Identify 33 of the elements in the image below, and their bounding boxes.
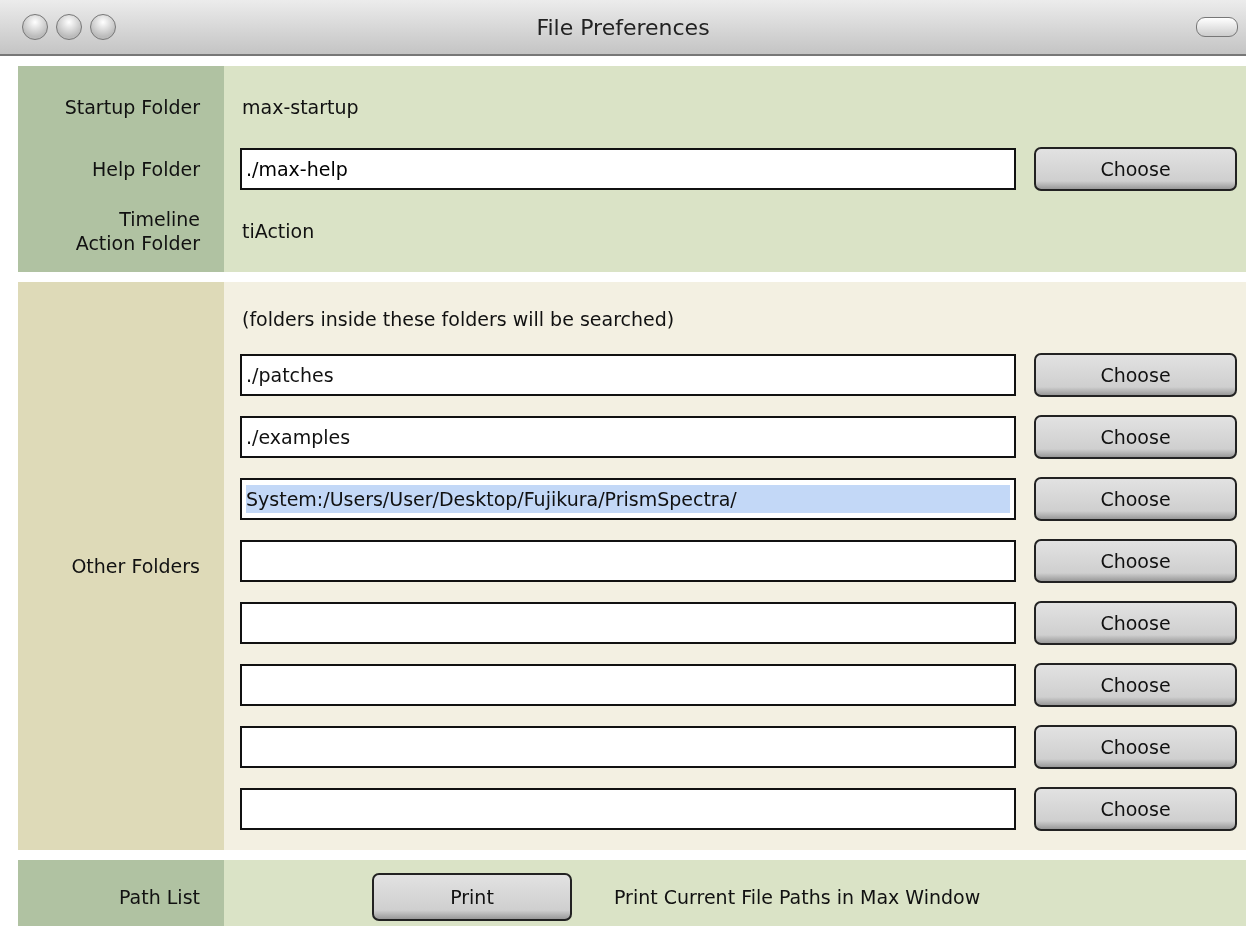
choose-button[interactable]: Choose [1034, 787, 1237, 831]
row-label: Timeline Action Folder [75, 207, 200, 255]
minimize-button[interactable] [56, 14, 82, 40]
close-button[interactable] [22, 14, 48, 40]
choose-button[interactable]: Choose [1034, 663, 1237, 707]
path-field[interactable] [240, 726, 1016, 768]
path-field[interactable] [240, 540, 1016, 582]
folder-value: tiAction [241, 220, 315, 242]
path-field[interactable]: ./max-help [240, 148, 1016, 190]
choose-button[interactable]: Choose [1034, 601, 1237, 645]
folder-value: max-startup [241, 96, 359, 118]
path-field[interactable] [240, 788, 1016, 830]
row-label: Startup Folder [64, 95, 200, 119]
zoom-button[interactable] [90, 14, 116, 40]
row-label: Other Folders [71, 554, 200, 578]
window-title: File Preferences [536, 14, 710, 40]
path-field[interactable] [240, 602, 1016, 644]
toolbar-toggle-button[interactable] [1196, 17, 1238, 37]
row-label: Path List [119, 884, 200, 909]
row-label: Help Folder [91, 157, 200, 181]
choose-button[interactable]: Choose [1034, 353, 1237, 397]
choose-button[interactable]: Choose [1034, 147, 1237, 191]
choose-button[interactable]: Choose [1034, 415, 1237, 459]
choose-button[interactable]: Choose [1034, 539, 1237, 583]
path-field[interactable] [240, 664, 1016, 706]
hint-text: (folders inside these folders will be searched) [241, 308, 675, 330]
path-field[interactable]: ./patches [240, 354, 1016, 396]
path-field[interactable]: System:/Users/User/Desktop/Fujikura/PrismSpectra/ [240, 478, 1016, 520]
choose-button[interactable]: Choose [1034, 725, 1237, 769]
print-description: Print Current File Paths in Max Window [613, 885, 981, 908]
print-button[interactable]: Print [372, 872, 572, 921]
path-field[interactable]: ./examples [240, 416, 1016, 458]
choose-button[interactable]: Choose [1034, 477, 1237, 521]
